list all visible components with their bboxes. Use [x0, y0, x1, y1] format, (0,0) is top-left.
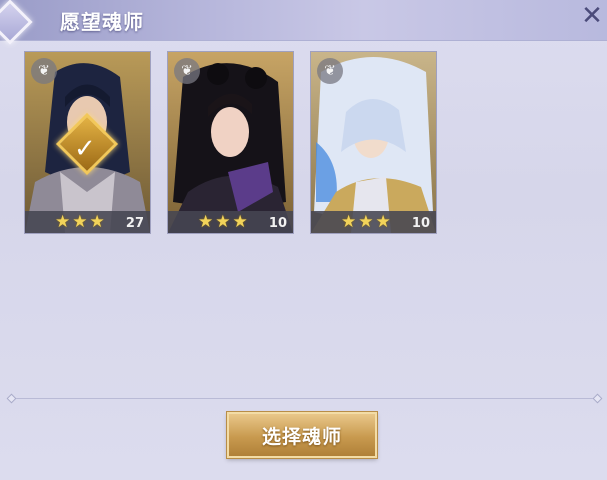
star-rating: ★★★ — [55, 212, 107, 232]
hero-card-1[interactable]: ✓ ❦ ★★★ 27 — [24, 51, 151, 234]
title-bar: 愿望魂师 ✕ — [0, 0, 607, 45]
hero-card-3[interactable]: ❦ ★★★ 10 — [310, 51, 437, 234]
card-footer: ★★★ 10 — [311, 211, 436, 233]
card-footer: ★★★ 27 — [25, 211, 150, 233]
level-label: 27 — [125, 216, 144, 231]
level-label: 10 — [268, 216, 287, 231]
card-footer: ★★★ 10 — [168, 211, 293, 233]
close-icon: ✕ — [581, 1, 603, 31]
wing-icon: ❦ — [317, 58, 343, 84]
wing-icon: ❦ — [174, 58, 200, 84]
check-icon: ✓ — [74, 134, 96, 164]
wing-icon: ❦ — [31, 58, 57, 84]
star-rating: ★★★ — [341, 212, 393, 232]
divider-line — [12, 398, 597, 399]
level-label: 10 — [411, 216, 430, 231]
divider-ornament-right — [592, 393, 603, 404]
window-title: 愿望魂师 — [60, 10, 144, 34]
hero-card-2[interactable]: ❦ ★★★ 10 — [167, 51, 294, 234]
close-button[interactable]: ✕ — [577, 0, 607, 32]
title-ornament-icon — [0, 0, 33, 45]
star-rating: ★★★ — [198, 212, 250, 232]
divider-ornament-left — [6, 393, 17, 404]
select-hero-button[interactable]: 选择魂师 — [227, 412, 377, 458]
